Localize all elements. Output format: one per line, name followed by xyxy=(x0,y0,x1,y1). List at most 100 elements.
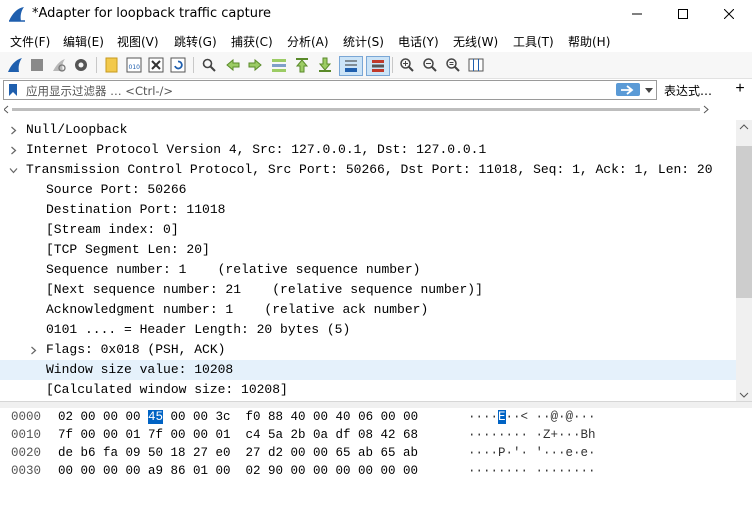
hex-bytes[interactable]: 7f 00 00 01 7f 00 00 01 c4 5a 2b 0a df 0… xyxy=(58,426,418,444)
hex-row[interactable]: 0000 02 00 00 00 45 00 00 3c f0 88 40 00 … xyxy=(0,408,752,426)
detail-row[interactable]: Null/Loopback xyxy=(0,120,736,140)
open-folder-icon xyxy=(105,57,118,73)
menu-view[interactable]: 视图(V) xyxy=(117,33,159,50)
chevron-right-icon[interactable] xyxy=(8,140,18,160)
detail-row[interactable]: Acknowledgment number: 1 (relative ack n… xyxy=(0,300,736,320)
chevron-right-icon[interactable] xyxy=(28,340,38,360)
detail-row[interactable]: Sequence number: 1 (relative sequence nu… xyxy=(0,260,736,280)
hex-bytes-pre: 7f 00 00 01 7f 00 00 01 c4 5a 2b 0a df 0… xyxy=(58,428,419,442)
chevron-down-icon xyxy=(645,87,653,93)
menu-tools[interactable]: 工具(T) xyxy=(513,33,554,50)
display-filter-bar: 应用显示过滤器 … <Ctrl-/> 表达式… + xyxy=(0,79,752,101)
zoom-in-button[interactable] xyxy=(398,56,416,74)
detail-row-text: Null/Loopback xyxy=(26,122,128,137)
hex-bytes[interactable]: 02 00 00 00 45 00 00 3c f0 88 40 00 40 0… xyxy=(58,408,418,426)
window-title: *Adapter for loopback traffic capture xyxy=(32,6,272,21)
hex-offset: 0030 xyxy=(11,464,42,478)
hex-bytes[interactable]: 00 00 00 00 a9 86 01 00 02 90 00 00 00 0… xyxy=(58,462,418,480)
menu-file[interactable]: 文件(F) xyxy=(10,33,50,50)
options-gear-icon xyxy=(75,59,87,71)
detail-row[interactable]: [Next sequence number: 21 (relative sequ… xyxy=(0,280,736,300)
detail-row[interactable]: Internet Protocol Version 4, Src: 127.0.… xyxy=(0,140,736,160)
hex-row[interactable]: 0010 7f 00 00 01 7f 00 00 01 c4 5a 2b 0a … xyxy=(0,426,752,444)
zoom-out-icon xyxy=(423,58,437,72)
detail-row[interactable]: [Calculated window size: 10208] xyxy=(0,380,736,400)
detail-row-text: Source Port: 50266 xyxy=(46,182,187,197)
start-capture-button[interactable] xyxy=(6,56,24,74)
stop-capture-button[interactable] xyxy=(28,56,46,74)
bookmark-icon[interactable] xyxy=(8,83,18,97)
packet-details-pane[interactable]: Null/Loopback Internet Protocol Version 4… xyxy=(0,120,736,401)
minimize-button[interactable] xyxy=(614,0,660,28)
go-forward-button[interactable] xyxy=(246,56,264,74)
ascii-highlight[interactable]: E xyxy=(498,410,506,424)
menu-edit[interactable]: 编辑(E) xyxy=(63,33,104,50)
detail-row-text: Window size value: 10208 xyxy=(46,362,234,377)
find-packet-button[interactable] xyxy=(200,56,218,74)
hex-ascii[interactable]: ····E··< ··@·@··· xyxy=(468,408,596,426)
menu-capture[interactable]: 捕获(C) xyxy=(231,33,273,50)
detail-row[interactable]: Window size value: 10208 xyxy=(0,360,736,380)
close-file-icon xyxy=(148,57,164,73)
detail-row[interactable]: Flags: 0x018 (PSH, ACK) xyxy=(0,340,736,360)
menu-wireless[interactable]: 无线(W) xyxy=(453,33,498,50)
chevron-down-icon[interactable] xyxy=(8,160,18,180)
zoom-out-button[interactable] xyxy=(421,56,439,74)
menu-analyze[interactable]: 分析(A) xyxy=(287,33,329,50)
last-packet-button[interactable] xyxy=(316,56,334,74)
detail-row[interactable]: Source Port: 50266 xyxy=(0,180,736,200)
add-filter-button[interactable]: + xyxy=(728,79,752,99)
menu-telephony[interactable]: 电话(Y) xyxy=(398,33,439,50)
packet-bytes-pane[interactable]: 0000 02 00 00 00 45 00 00 3c f0 88 40 00 … xyxy=(0,408,752,505)
zoom-reset-icon xyxy=(446,58,460,72)
detail-row[interactable]: [TCP Segment Len: 20] xyxy=(0,240,736,260)
close-button[interactable] xyxy=(706,0,752,28)
restart-capture-button[interactable] xyxy=(50,56,68,74)
menu-help[interactable]: 帮助(H) xyxy=(568,33,610,50)
detail-row[interactable]: Destination Port: 11018 xyxy=(0,200,736,220)
hex-bytes[interactable]: de b6 fa 09 50 18 27 e0 27 d2 00 00 65 a… xyxy=(58,444,418,462)
filter-placeholder: 应用显示过滤器 … <Ctrl-/> xyxy=(26,84,174,98)
save-file-button[interactable]: 010 xyxy=(125,56,143,74)
hex-ascii[interactable]: ····P·'· '···e·e· xyxy=(468,444,596,462)
capture-options-button[interactable] xyxy=(72,56,90,74)
title-bar: *Adapter for loopback traffic capture xyxy=(0,0,752,28)
hex-byte-highlight[interactable]: 45 xyxy=(148,410,164,424)
colorize-icon xyxy=(372,60,384,72)
colorize-button[interactable] xyxy=(366,56,390,76)
autoscroll-button[interactable] xyxy=(339,56,363,76)
hex-ascii[interactable]: ········ ········ xyxy=(468,462,596,480)
hex-bytes-post: 00 00 3c f0 88 40 00 40 06 00 00 xyxy=(163,410,419,424)
detail-row[interactable]: [Stream index: 0] xyxy=(0,220,736,240)
reload-icon xyxy=(170,57,186,73)
display-filter-input[interactable]: 应用显示过滤器 … <Ctrl-/> xyxy=(3,80,657,100)
go-back-button[interactable] xyxy=(224,56,242,74)
hex-row[interactable]: 0020 de b6 fa 09 50 18 27 e0 27 d2 00 00 … xyxy=(0,444,752,462)
maximize-button[interactable] xyxy=(660,0,706,28)
detail-row-text: Acknowledgment number: 1 (relative ack n… xyxy=(46,302,429,317)
reload-file-button[interactable] xyxy=(169,56,187,74)
detail-row[interactable]: Transmission Control Protocol, Src Port:… xyxy=(0,160,736,180)
menu-statistics[interactable]: 统计(S) xyxy=(343,33,384,50)
filter-history-dropdown[interactable] xyxy=(644,83,654,97)
detail-row-text: Destination Port: 11018 xyxy=(46,202,226,217)
detail-row[interactable]: 0101 .... = Header Length: 20 bytes (5) xyxy=(0,320,736,340)
detail-row-text: 0101 .... = Header Length: 20 bytes (5) xyxy=(46,322,351,337)
maximize-icon xyxy=(678,9,688,19)
apply-filter-button[interactable] xyxy=(616,83,640,96)
first-packet-button[interactable] xyxy=(293,56,311,74)
details-scroll-thumb[interactable] xyxy=(736,146,752,298)
close-file-button[interactable] xyxy=(147,56,165,74)
menu-go[interactable]: 跳转(G) xyxy=(174,33,217,50)
go-to-packet-button[interactable] xyxy=(270,56,288,74)
ascii-pre: ········ ·Z+···Bh xyxy=(468,428,596,442)
hex-row[interactable]: 0030 00 00 00 00 a9 86 01 00 02 90 00 00 … xyxy=(0,462,752,480)
zoom-reset-button[interactable] xyxy=(444,56,462,74)
resize-columns-button[interactable] xyxy=(467,56,485,74)
open-file-button[interactable] xyxy=(103,56,121,74)
chevron-right-icon[interactable] xyxy=(8,120,18,140)
hex-ascii[interactable]: ········ ·Z+···Bh xyxy=(468,426,596,444)
scroll-arrows-icon xyxy=(3,105,709,114)
packet-list-scrollbar[interactable] xyxy=(3,101,740,114)
expression-button[interactable]: 表达式… xyxy=(664,82,712,99)
